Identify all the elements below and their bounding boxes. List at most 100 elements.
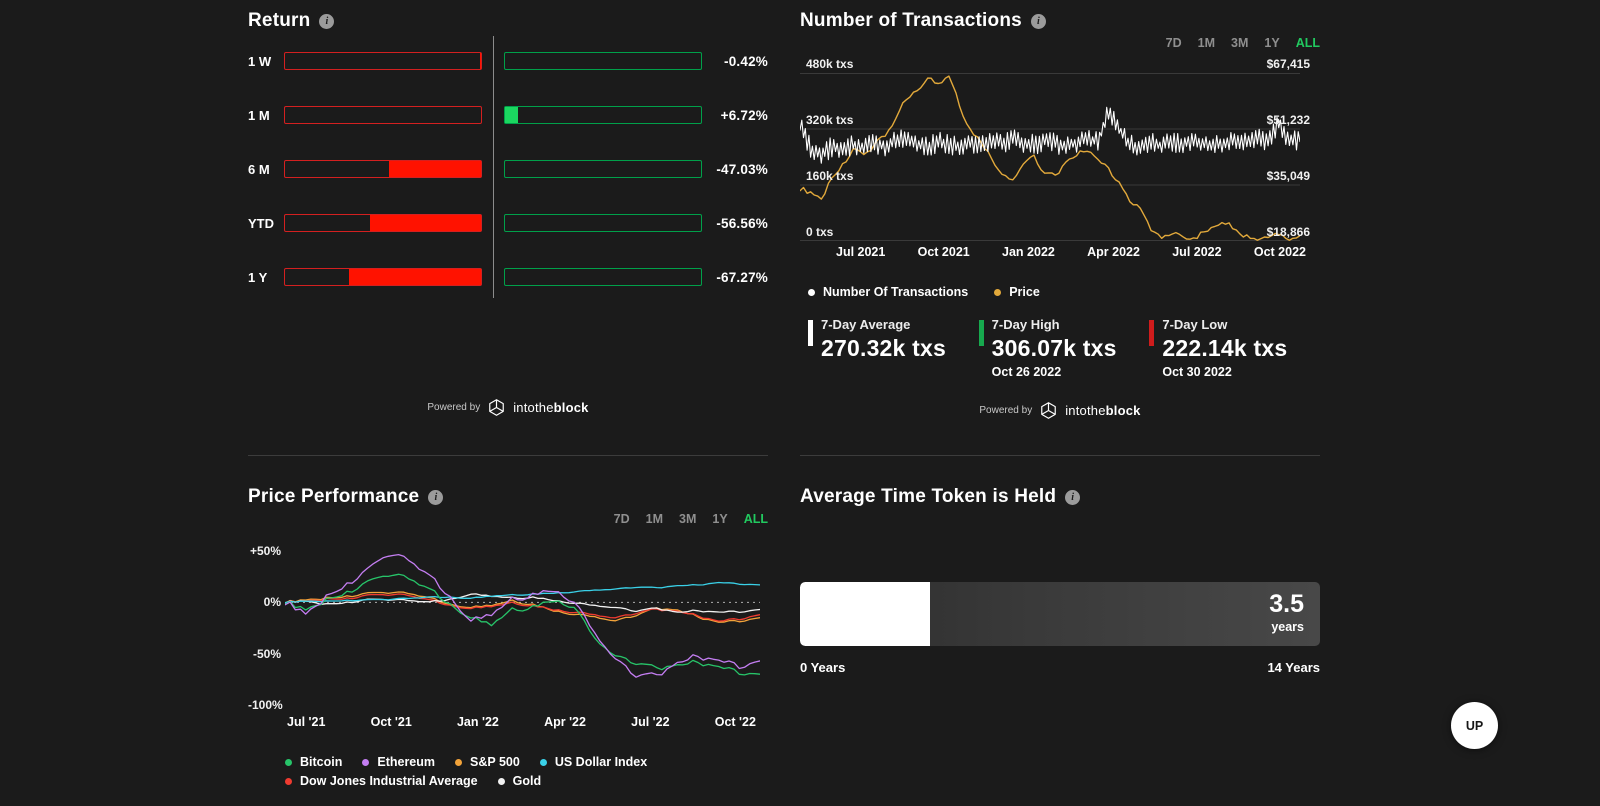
legend-item: US Dollar Index xyxy=(539,755,648,769)
range-tab-1y[interactable]: 1Y xyxy=(712,512,727,527)
price-performance-header: Price Performance i xyxy=(248,486,768,508)
range-tab-all[interactable]: ALL xyxy=(744,512,768,527)
return-panel: Return i 1 W -0.42% 1 M +6.72% 6 M -47.03% YTD… xyxy=(248,0,768,456)
return-row: 1 W -0.42% xyxy=(248,52,768,70)
x-axis-label: Jan '22 xyxy=(456,715,499,729)
intotheblock-logo-icon xyxy=(1041,402,1057,419)
y-axis-tick-right: $18,866 xyxy=(1266,225,1310,239)
return-value: -56.56% xyxy=(716,215,768,231)
stat-marker-icon xyxy=(1149,320,1155,346)
stat-marker-icon xyxy=(808,320,813,346)
range-tab-3m[interactable]: 3M xyxy=(1231,36,1248,51)
avg-held-panel: Average Time Token is Held i 3.5 years 0… xyxy=(800,456,1320,675)
legend-dot-icon xyxy=(285,758,292,766)
stat-value: 222.14k txs xyxy=(1162,335,1288,361)
stat-card: 7-Day Average 270.32k txs xyxy=(808,317,979,379)
x-axis-labels: Jul 2021 Oct 2021 Jan 2022 Apr 2022 Jul 2022… xyxy=(800,245,1320,259)
intotheblock-brand: intotheblock xyxy=(1065,403,1141,418)
return-value: -67.27% xyxy=(716,269,768,285)
powered-by-label: Powered by xyxy=(979,405,1033,416)
y-axis-tick-left: 0 txs xyxy=(806,225,834,239)
positive-return-bar xyxy=(504,214,702,232)
legend-dot-icon xyxy=(539,758,547,766)
info-icon[interactable]: i xyxy=(1030,13,1046,29)
range-tab-3m[interactable]: 3M xyxy=(679,512,696,527)
legend-label: US Dollar Index xyxy=(554,755,648,769)
chart-legend: Number Of Transactions Price xyxy=(808,285,1320,299)
legend-label: Number Of Transactions xyxy=(823,285,969,299)
return-value: -47.03% xyxy=(716,161,768,177)
avg-held-range: 0 Years 14 Years xyxy=(800,660,1320,675)
x-axis-label: Jul 2022 xyxy=(1172,245,1222,259)
info-icon[interactable]: i xyxy=(1065,489,1081,505)
price-performance-chart[interactable]: +50% 0% -50% -100% xyxy=(248,543,768,713)
return-bar-fill xyxy=(370,215,481,231)
legend-dot-icon xyxy=(497,777,505,785)
powered-by-link[interactable]: Powered by intotheblock xyxy=(800,401,1320,420)
return-period-label: 1 Y xyxy=(248,269,268,285)
avg-held-value: 3.5 xyxy=(1269,590,1304,618)
return-row: YTD -56.56% xyxy=(248,214,768,232)
transactions-header: Number of Transactions i xyxy=(800,0,1320,32)
info-icon[interactable]: i xyxy=(319,13,335,29)
avg-held-min-label: 0 Years xyxy=(800,660,846,675)
range-tab-1m[interactable]: 1M xyxy=(1198,36,1215,51)
seven-day-stats: 7-Day Average 270.32k txs 7-Day High 306.07… xyxy=(808,317,1320,379)
y-axis-tick-left: 320k txs xyxy=(806,113,854,127)
stat-body: 7-Day High 306.07k txs Oct 26 2022 xyxy=(992,317,1117,379)
return-period-label: 1 W xyxy=(248,53,272,69)
transactions-panel: Number of Transactions i 7D 1M 3M 1Y ALL 480… xyxy=(800,0,1320,456)
negative-return-bar xyxy=(284,160,482,178)
negative-return-bar xyxy=(284,106,482,124)
return-panel-header: Return i xyxy=(248,0,768,32)
range-tab-7d[interactable]: 7D xyxy=(614,512,630,527)
stat-label: 7-Day Average xyxy=(821,317,911,332)
legend-item: S&P 500 xyxy=(455,755,520,769)
avg-held-value-block: 3.5 years xyxy=(1269,590,1304,633)
stat-body: 7-Day Low 222.14k txs Oct 30 2022 xyxy=(1162,317,1287,379)
range-tab-1m[interactable]: 1M xyxy=(646,512,663,527)
positive-return-bar xyxy=(504,268,702,286)
chart-legend: Bitcoin Ethereum S&P 500 US Dollar Index Dow… xyxy=(285,755,768,788)
range-tab-7d[interactable]: 7D xyxy=(1166,36,1182,51)
range-tab-all[interactable]: ALL xyxy=(1296,36,1320,51)
intotheblock-logo-icon xyxy=(489,399,505,416)
positive-return-bar xyxy=(504,52,702,70)
info-icon[interactable]: i xyxy=(428,489,444,505)
avg-held-header: Average Time Token is Held i xyxy=(800,486,1320,508)
x-axis-label: Oct '22 xyxy=(714,715,756,729)
stat-card: 7-Day Low 222.14k txs Oct 30 2022 xyxy=(1149,317,1320,379)
stat-date: Oct 30 2022 xyxy=(1162,365,1232,379)
scroll-up-button[interactable]: UP xyxy=(1451,702,1498,749)
legend-dot-icon xyxy=(808,288,815,296)
transactions-chart[interactable]: 480k txs 320k txs 160k txs 0 txs $67,415 $51,… xyxy=(800,57,1320,241)
powered-by-link[interactable]: Powered by intotheblock xyxy=(248,398,768,417)
stat-body: 7-Day Average 270.32k txs xyxy=(821,317,946,379)
return-row: 1 Y -67.27% xyxy=(248,268,768,286)
return-bar-fill xyxy=(480,53,481,69)
return-bar-fill xyxy=(349,269,481,285)
y-axis-tick: -100% xyxy=(248,698,283,712)
range-tab-1y[interactable]: 1Y xyxy=(1264,36,1279,51)
legend-item: Ethereum xyxy=(362,755,435,769)
positive-return-bar xyxy=(504,106,702,124)
avg-held-fill xyxy=(800,582,930,646)
stat-date: Oct 26 2022 xyxy=(991,365,1062,379)
y-axis-tick-left: 160k txs xyxy=(806,169,854,183)
legend-dot-icon xyxy=(994,288,1002,296)
avg-held-max-label: 14 Years xyxy=(1267,660,1320,675)
avg-held-bar: 3.5 years xyxy=(800,582,1320,646)
return-row: 1 M +6.72% xyxy=(248,106,768,124)
legend-item: Bitcoin xyxy=(285,755,342,769)
stat-value: 306.07k txs xyxy=(991,335,1117,361)
return-bar-fill xyxy=(388,161,481,177)
intotheblock-brand: intotheblock xyxy=(513,400,589,415)
stat-marker-icon xyxy=(978,320,984,346)
x-axis-label: Apr '22 xyxy=(544,715,586,729)
dashboard: Return i 1 W -0.42% 1 M +6.72% 6 M -47.03% YTD… xyxy=(248,0,1320,788)
time-range-tabs: 7D 1M 3M 1Y ALL xyxy=(248,512,768,527)
legend-dot-icon xyxy=(455,758,463,766)
powered-by-label: Powered by xyxy=(427,402,481,413)
negative-return-bar xyxy=(284,52,482,70)
return-period-label: 1 M xyxy=(248,107,270,123)
